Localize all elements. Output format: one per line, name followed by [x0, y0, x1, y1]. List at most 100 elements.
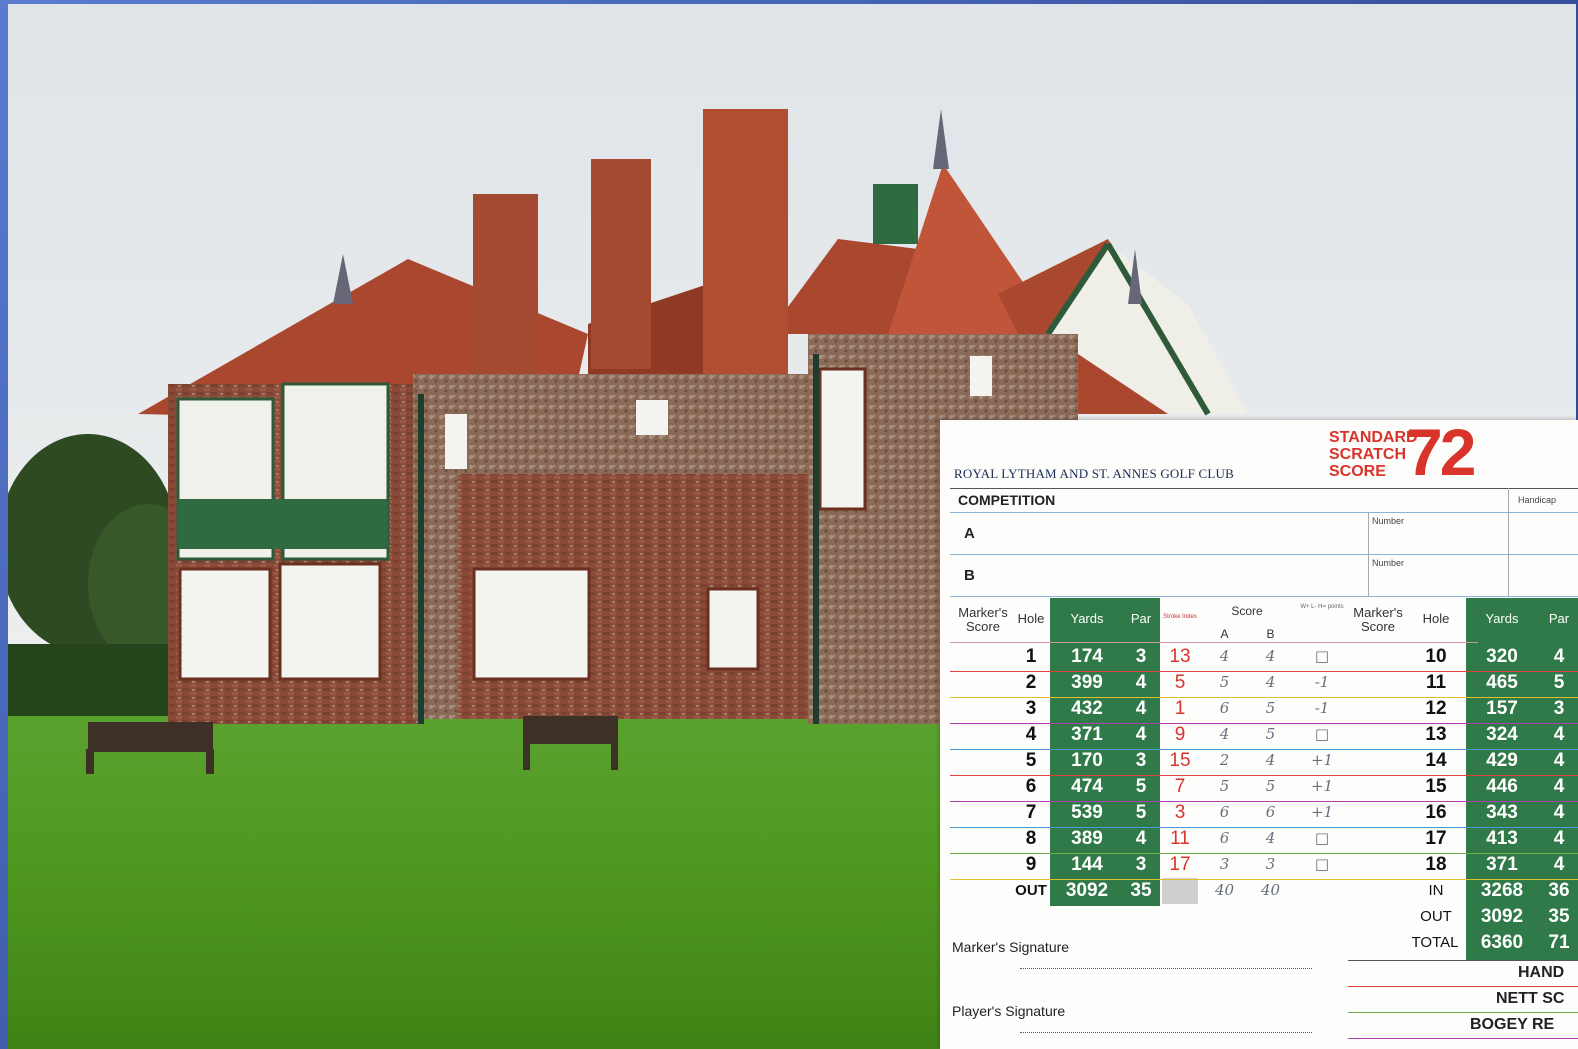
- out-total-yards: 3092: [1480, 906, 1524, 927]
- front-hole-par: 4: [1135, 672, 1147, 693]
- standard-scratch-score-value: 72: [1406, 420, 1476, 489]
- in-row-label: IN: [1428, 882, 1444, 899]
- front-hole-score-b: 4: [1265, 829, 1276, 847]
- front-hole-par: 5: [1135, 776, 1147, 797]
- back-hole-par: 5: [1553, 672, 1565, 693]
- front-hole-points: □: [1314, 855, 1330, 873]
- back-hole-number: 18: [1425, 854, 1447, 875]
- back-hole-number: 11: [1425, 672, 1447, 693]
- back-hole-par: 4: [1553, 724, 1565, 745]
- in-row-yards: 3268: [1480, 880, 1524, 901]
- front-hole-number: 8: [1025, 828, 1037, 849]
- front-hole-par: 4: [1135, 828, 1147, 849]
- competition-label: COMPETITION: [958, 492, 1056, 508]
- header-points: W+ L- H= points: [1300, 604, 1344, 610]
- front-hole-stroke-index: 17: [1169, 854, 1191, 875]
- front-hole-number: 2: [1025, 672, 1037, 693]
- header-par-back: Par: [1548, 611, 1570, 626]
- rule-footer-4: [1348, 1038, 1578, 1039]
- front-hole-par: 4: [1135, 698, 1147, 719]
- front-hole-score-b: 5: [1265, 699, 1276, 717]
- total-par: 71: [1548, 932, 1570, 953]
- players-signature-line[interactable]: [1020, 1032, 1312, 1033]
- back-hole-yards: 343: [1486, 802, 1518, 823]
- handicap-footer-label: HAND: [1518, 964, 1565, 981]
- back-hole-number: 17: [1425, 828, 1447, 849]
- back-hole-par: 4: [1553, 854, 1565, 875]
- front-hole-stroke-index: 15: [1169, 750, 1191, 771]
- front-hole-score-a: 2: [1219, 751, 1230, 769]
- out-row-yards: 3092: [1065, 880, 1109, 901]
- front-hole-score-b: 4: [1265, 647, 1276, 665]
- front-hole-yards: 170: [1071, 750, 1103, 771]
- front-hole-score-a: 6: [1219, 803, 1230, 821]
- front-hole-stroke-index: 1: [1174, 698, 1186, 719]
- player-b-label: B: [964, 567, 975, 584]
- back-hole-yards: 465: [1486, 672, 1518, 693]
- back-hole-yards: 446: [1486, 776, 1518, 797]
- header-stroke-index: Stroke Index: [1163, 614, 1197, 620]
- front-hole-number: 4: [1025, 724, 1037, 745]
- front-hole-score-a: 3: [1219, 855, 1230, 873]
- back-hole-yards: 324: [1486, 724, 1518, 745]
- header-score: Score: [1231, 604, 1263, 618]
- front-hole-stroke-index: 11: [1170, 828, 1190, 849]
- header-yards: Yards: [1070, 611, 1104, 626]
- front-hole-score-a: 5: [1219, 673, 1230, 691]
- rule-footer-3: [1348, 1012, 1578, 1013]
- front-hole-yards: 474: [1071, 776, 1103, 797]
- rule-footer-1: [1348, 960, 1578, 961]
- front-hole-score-b: 5: [1265, 777, 1276, 795]
- front-hole-yards: 399: [1071, 672, 1103, 693]
- front-hole-points: □: [1314, 829, 1330, 847]
- club-name: ROYAL LYTHAM AND ST. ANNES GOLF CLUB: [954, 466, 1234, 481]
- out-row-label: OUT: [1015, 882, 1047, 899]
- back-hole-par: 4: [1553, 828, 1565, 849]
- rule-footer-2: [1348, 986, 1578, 987]
- back-hole-par: 4: [1553, 646, 1565, 667]
- header-hole-back: Hole: [1422, 611, 1450, 626]
- front-hole-score-a: 4: [1219, 725, 1230, 743]
- sss-label-line-3: SCORE: [1329, 463, 1386, 480]
- player-b-number-label: Number: [1372, 558, 1405, 568]
- front-hole-par: 4: [1135, 724, 1147, 745]
- back-hole-number: 12: [1425, 698, 1447, 719]
- front-hole-score-a: 6: [1219, 829, 1230, 847]
- front-hole-yards: 432: [1071, 698, 1103, 719]
- front-hole-points: -1: [1314, 699, 1330, 717]
- back-hole-number: 10: [1425, 646, 1447, 667]
- front-hole-number: 3: [1025, 698, 1037, 719]
- front-hole-score-b: 5: [1265, 725, 1276, 743]
- front-hole-points: +1: [1310, 777, 1334, 795]
- front-hole-stroke-index: 7: [1174, 776, 1186, 797]
- front-hole-number: 5: [1025, 750, 1037, 771]
- scorecard: ROYAL LYTHAM AND ST. ANNES GOLF CLUB STA…: [940, 420, 1578, 1049]
- rule-number-divider: [1368, 512, 1369, 596]
- sss-label-line-2: SCRATCH: [1329, 446, 1407, 463]
- front-hole-points: □: [1314, 647, 1330, 665]
- front-hole-number: 1: [1025, 646, 1037, 667]
- players-signature-label: Player's Signature: [952, 1003, 1066, 1019]
- out-stroke-index-shade: [1162, 878, 1198, 904]
- front-hole-yards: 174: [1071, 646, 1103, 667]
- front-hole-score-b: 3: [1265, 855, 1276, 873]
- nett-score-footer-label: NETT SC: [1496, 990, 1565, 1007]
- back-hole-number: 16: [1425, 802, 1447, 823]
- markers-signature-line[interactable]: [1020, 968, 1312, 969]
- front-hole-yards: 144: [1071, 854, 1103, 875]
- handicap-label: Handicap: [1518, 495, 1557, 505]
- front-hole-points: □: [1314, 725, 1330, 743]
- total-label: TOTAL: [1411, 934, 1459, 951]
- rule-player-a: [950, 554, 1578, 555]
- sss-label-line-1: STANDARD: [1329, 429, 1418, 446]
- rule-competition: [950, 512, 1578, 513]
- back-hole-yards: 320: [1486, 646, 1518, 667]
- standard-scratch-score-label: STANDARD SCRATCH SCORE: [1329, 429, 1418, 480]
- total-yards: 6360: [1480, 932, 1524, 953]
- front-hole-par: 3: [1135, 646, 1147, 667]
- front-hole-stroke-index: 13: [1169, 646, 1191, 667]
- rule-player-b: [950, 596, 1578, 597]
- out-row-score-a: 40: [1214, 881, 1235, 899]
- back-hole-yards: 371: [1486, 854, 1518, 875]
- front-hole-score-b: 6: [1265, 803, 1276, 821]
